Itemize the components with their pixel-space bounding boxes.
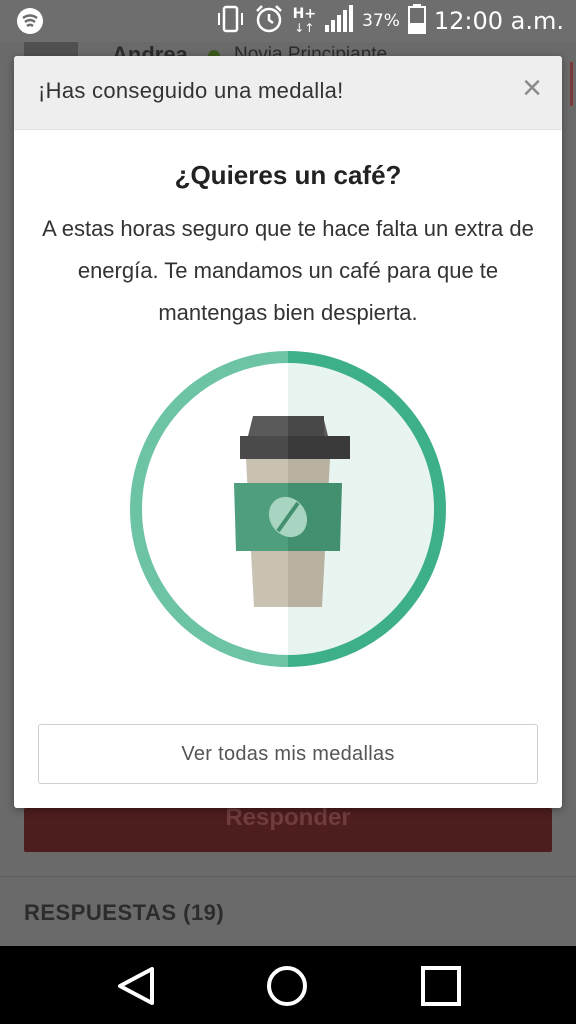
medal-title: ¿Quieres un café?: [174, 160, 402, 190]
view-all-medals-button[interactable]: Ver todas mis medallas: [38, 724, 538, 784]
divider: [0, 876, 576, 877]
status-bar: H+ ↓↑ 37% 12:00 a.m.: [0, 0, 576, 42]
dialog-title: ¡Has conseguido una medalla!: [38, 78, 344, 103]
scrollbar: [570, 62, 573, 106]
medal-dialog: ¡Has conseguido una medalla! × ¿Quieres …: [14, 56, 562, 808]
dialog-header: ¡Has conseguido una medalla! ×: [14, 56, 562, 130]
clock: 12:00 a.m.: [433, 7, 564, 35]
network-type-icon: H+ ↓↑: [292, 6, 317, 35]
vibrate-icon: [215, 4, 245, 38]
reply-button: Responder: [24, 806, 552, 852]
battery-percent: 37%: [362, 11, 400, 31]
back-icon[interactable]: [114, 963, 160, 1009]
wifi-hotspot-icon: [16, 7, 44, 39]
close-icon[interactable]: ×: [514, 70, 550, 106]
coffee-cup-icon: [128, 349, 448, 669]
home-icon[interactable]: [264, 963, 310, 1009]
navigation-bar: [0, 946, 576, 1024]
medal-description: A estas horas seguro que te hace falta u…: [42, 216, 534, 325]
alarm-icon: [253, 3, 285, 39]
battery-icon: [407, 4, 426, 38]
answers-header: RESPUESTAS (19): [24, 900, 225, 925]
recents-icon[interactable]: [418, 963, 464, 1009]
signal-icon: [324, 5, 354, 37]
